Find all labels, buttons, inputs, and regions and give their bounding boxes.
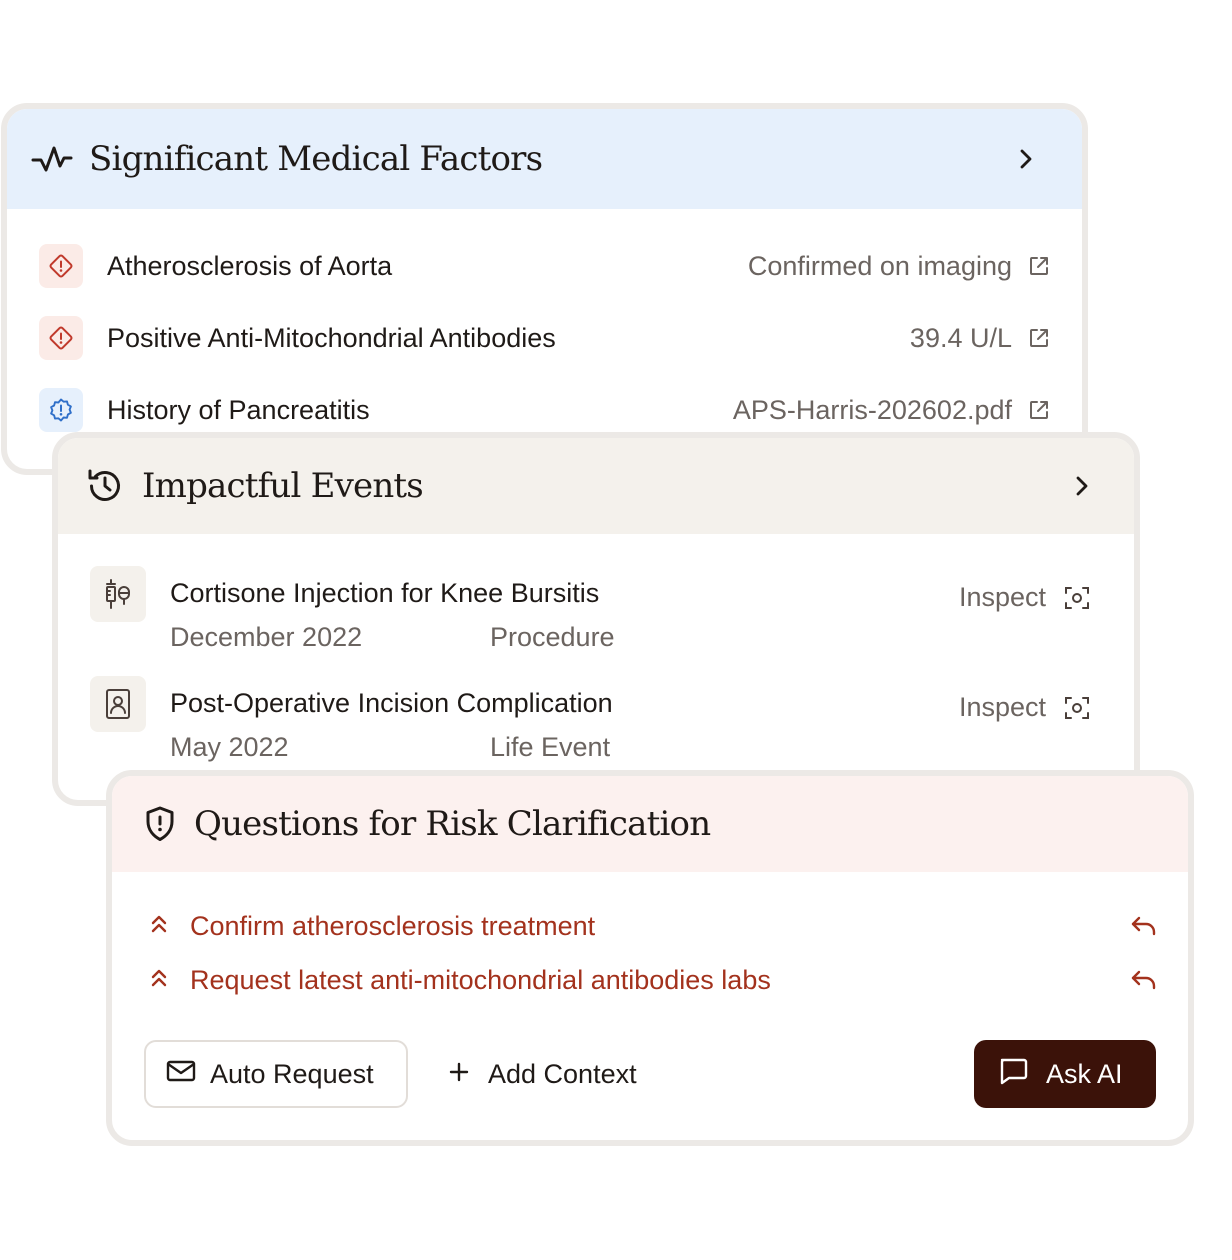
diamond-alert-icon [39,316,83,360]
section-title: Significant Medical Factors [89,139,543,179]
impactful-events-header[interactable]: Impactful Events [58,438,1134,534]
chat-bubble-icon [998,1057,1028,1092]
event-title: Cortisone Injection for Knee Bursitis [170,578,600,608]
factor-value[interactable]: Confirmed on imaging [748,251,1012,282]
factor-row: History of Pancreatitis APS-Harris-20260… [39,388,1050,432]
chevron-right-icon[interactable] [1018,148,1034,170]
factor-name: History of Pancreatitis [107,394,370,425]
event-title: Post-Operative Incision Complication [170,688,613,718]
question-text: Request latest anti-mitochondrial antibo… [190,964,771,995]
add-context-button[interactable]: Add Context [448,1040,637,1108]
reply-icon[interactable] [1130,969,1158,991]
factor-name: Atherosclerosis of Aorta [107,250,393,281]
question-item[interactable]: Confirm atherosclerosis treatment [150,906,1158,946]
factor-row: Atherosclerosis of Aorta Confirmed on im… [39,244,1050,288]
factor-name: Positive Anti-Mitochondrial Antibodies [107,322,556,353]
question-text: Confirm atherosclerosis treatment [190,910,596,941]
factor-row: Positive Anti-Mitochondrial Antibodies 3… [39,316,1050,360]
shield-alert-icon [144,806,176,842]
contact-card-icon [90,676,146,732]
factor-value[interactable]: APS-Harris-202602.pdf [733,395,1012,426]
badge-alert-icon [39,388,83,432]
inspect-button[interactable]: Inspect [959,582,1090,613]
external-link-icon[interactable] [1028,327,1050,349]
scan-icon [1065,696,1089,719]
impactful-events-card: Impactful Events Cortisone Injection for… [52,432,1140,806]
chevrons-up-icon [150,968,168,993]
inspect-label: Inspect [958,582,1046,612]
section-title: Questions for Risk Clarification [194,804,711,844]
history-icon [86,467,124,505]
auto-request-button[interactable]: Auto Request [144,1040,408,1108]
scan-icon [1065,586,1089,609]
mail-icon [166,1059,196,1090]
chevrons-up-icon [150,914,168,939]
external-link-icon[interactable] [1028,255,1050,277]
event-row: Post-Operative Incision Complication May… [90,676,1090,772]
event-date: May 2022 [170,732,289,762]
section-title: Impactful Events [142,466,424,506]
question-item[interactable]: Request latest anti-mitochondrial antibo… [150,960,1158,1000]
factor-value[interactable]: 39.4 U/L [910,323,1012,354]
add-context-label: Add Context [488,1058,637,1089]
risk-questions-card: Questions for Risk Clarification Confirm… [106,770,1194,1146]
ask-ai-label: Ask AI [1046,1058,1123,1089]
external-link-icon[interactable] [1028,399,1050,421]
inspect-label: Inspect [958,692,1046,722]
risk-questions-header: Questions for Risk Clarification [112,776,1188,872]
event-date: December 2022 [170,622,363,652]
activity-pulse-icon [31,144,73,174]
diamond-alert-icon [39,244,83,288]
auto-request-label: Auto Request [210,1058,374,1089]
ask-ai-button[interactable]: Ask AI [974,1040,1156,1108]
chevron-right-icon[interactable] [1074,475,1090,497]
reply-icon[interactable] [1130,915,1158,937]
plus-icon [448,1059,470,1090]
event-row: Cortisone Injection for Knee Bursitis De… [90,566,1090,662]
event-type: Life Event [490,732,611,762]
significant-factors-header[interactable]: Significant Medical Factors [7,109,1082,209]
syringe-icon [90,566,146,622]
inspect-button[interactable]: Inspect [959,692,1090,723]
event-type: Procedure [490,622,615,652]
significant-factors-card: Significant Medical Factors Atherosclero… [1,103,1088,475]
